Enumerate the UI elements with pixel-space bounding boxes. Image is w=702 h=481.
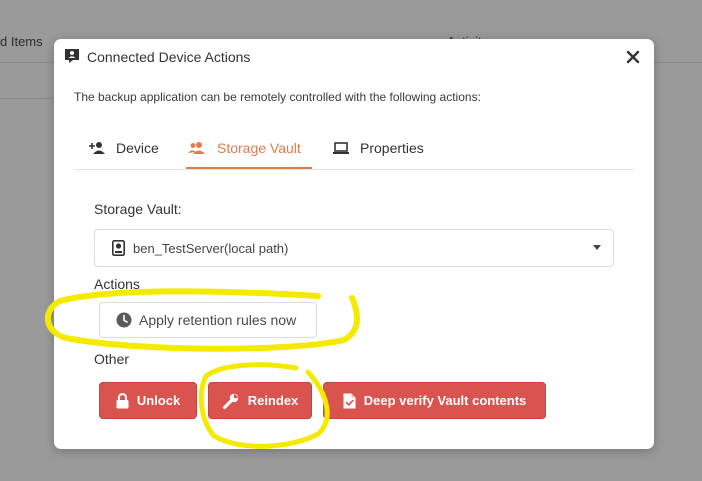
tab-properties[interactable]: Properties <box>332 127 424 168</box>
dialog-description: The backup application can be remotely c… <box>74 90 481 104</box>
tab-storage-vault[interactable]: Storage Vault <box>186 127 312 169</box>
tab-label: Device <box>116 139 159 156</box>
people-icon <box>188 141 205 154</box>
apply-retention-button[interactable]: Apply retention rules now <box>99 302 317 338</box>
tab-label: Properties <box>360 139 424 156</box>
clock-icon <box>116 312 132 328</box>
button-label: Unlock <box>136 393 181 408</box>
button-label: Reindex <box>247 393 299 408</box>
connected-device-actions-dialog: Connected Device Actions The backup appl… <box>54 39 654 449</box>
deep-verify-button[interactable]: Deep verify Vault contents <box>323 382 546 419</box>
actions-label: Actions <box>94 276 140 292</box>
reindex-button[interactable]: Reindex <box>208 382 312 419</box>
storage-vault-select[interactable]: ben_TestServer(local path) <box>94 229 614 267</box>
storage-vault-label: Storage Vault: <box>94 201 182 217</box>
dialog-title: Connected Device Actions <box>87 49 251 65</box>
dialog-header: Connected Device Actions <box>54 39 654 75</box>
lock-icon <box>116 392 129 408</box>
file-check-icon <box>343 393 356 408</box>
tab-bar: Device Storage Vault Properties <box>74 127 634 170</box>
unlock-button[interactable]: Unlock <box>99 382 197 419</box>
selected-vault: ben_TestServer(local path) <box>133 241 289 256</box>
background-column-header: d Items <box>0 34 43 49</box>
chevron-down-icon <box>593 245 601 250</box>
person-add-icon <box>89 141 105 154</box>
laptop-icon <box>333 141 349 154</box>
button-label: Apply retention rules now <box>139 312 297 328</box>
wrench-icon <box>222 393 238 409</box>
device-badge-icon <box>64 48 80 64</box>
hard-drive-icon <box>112 240 125 256</box>
tab-label: Storage Vault <box>217 139 301 156</box>
close-icon[interactable] <box>624 48 642 66</box>
tab-device[interactable]: Device <box>88 127 159 168</box>
button-label: Deep verify Vault contents <box>363 393 527 408</box>
divider <box>0 98 54 99</box>
other-label: Other <box>94 351 130 367</box>
